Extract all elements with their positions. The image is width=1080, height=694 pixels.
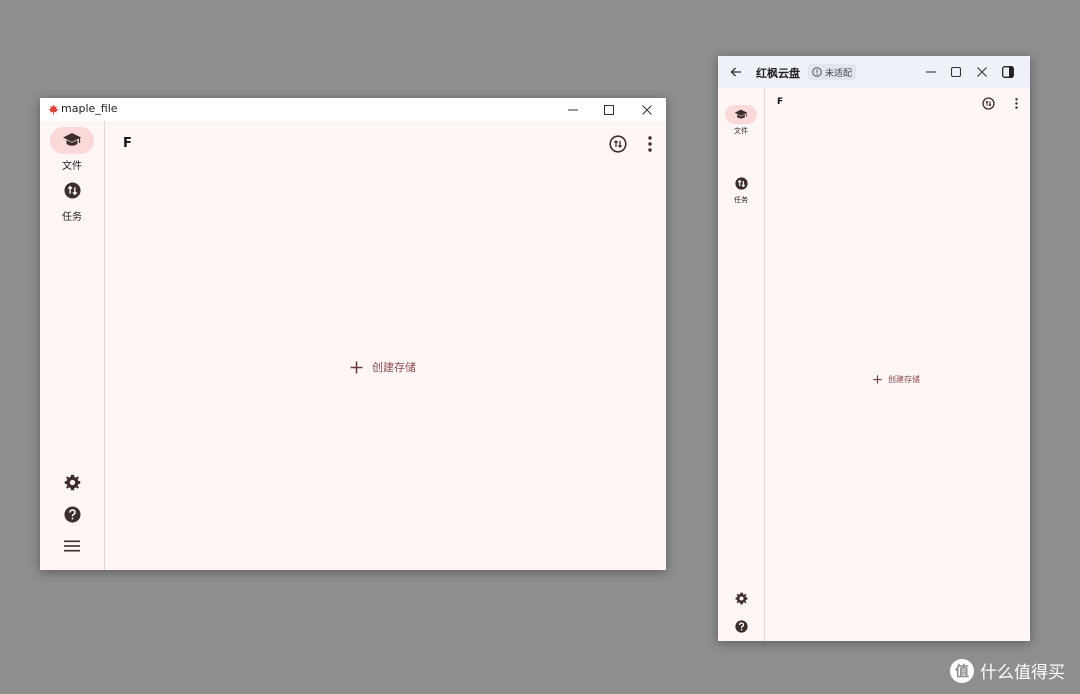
transfer-icon[interactable]	[608, 134, 628, 154]
create-storage-label: 创建存储	[888, 375, 920, 384]
graduation-cap-icon	[61, 130, 83, 150]
maximize-button[interactable]	[597, 98, 621, 121]
title-bar[interactable]: maple_file	[40, 98, 666, 121]
help-icon[interactable]	[61, 503, 83, 525]
settings-icon[interactable]	[734, 591, 748, 605]
menu-icon[interactable]	[61, 535, 83, 557]
watermark: 值 什么值得买	[950, 658, 1065, 683]
window-title: maple_file	[61, 102, 118, 115]
nav-label-files: 文件	[734, 127, 748, 135]
swap-vertical-icon	[62, 180, 82, 200]
minimize-button[interactable]	[561, 98, 585, 121]
maximize-button[interactable]	[946, 62, 966, 82]
create-storage-label: 创建存储	[372, 361, 416, 374]
info-icon	[812, 67, 822, 77]
transfer-icon[interactable]	[981, 96, 995, 110]
nav-label-files: 文件	[62, 161, 82, 172]
more-vert-icon[interactable]	[640, 134, 660, 154]
watermark-logo: 值	[950, 658, 974, 683]
page-title: F	[123, 136, 132, 151]
create-storage-button[interactable]: 创建存储	[350, 359, 416, 375]
minimize-button[interactable]	[921, 62, 941, 82]
maple-file-window: maple_file 文件 任务 F 创建存储	[40, 98, 666, 570]
hongfeng-cloud-window: 红枫云盘 未适配 文件 任务 F 创建存储	[718, 56, 1030, 641]
settings-icon[interactable]	[61, 471, 83, 493]
nav-label-tasks: 任务	[734, 196, 748, 204]
more-vert-icon[interactable]	[1010, 96, 1022, 110]
nav-label-tasks: 任务	[62, 212, 82, 223]
close-button[interactable]	[972, 62, 992, 82]
swap-vertical-icon	[734, 176, 748, 190]
compat-badge: 未适配	[808, 64, 857, 80]
window-title: 红枫云盘	[756, 67, 800, 80]
maple-leaf-icon	[47, 103, 59, 115]
page-title: F	[777, 97, 784, 107]
title-bar[interactable]: 红枫云盘 未适配	[718, 56, 1030, 88]
navigation-rail: 文件 任务	[718, 88, 765, 641]
help-icon[interactable]	[734, 619, 748, 633]
graduation-cap-icon	[733, 106, 749, 122]
navigation-rail: 文件 任务	[40, 121, 105, 570]
close-button[interactable]	[635, 98, 659, 121]
back-button[interactable]	[726, 62, 746, 82]
create-storage-button[interactable]: 创建存储	[873, 374, 920, 385]
plus-icon	[350, 361, 363, 374]
watermark-text: 什么值得买	[980, 663, 1065, 683]
plus-icon	[873, 375, 882, 384]
badge-label: 未适配	[825, 68, 853, 79]
sidebar-toggle-icon[interactable]	[998, 62, 1018, 82]
